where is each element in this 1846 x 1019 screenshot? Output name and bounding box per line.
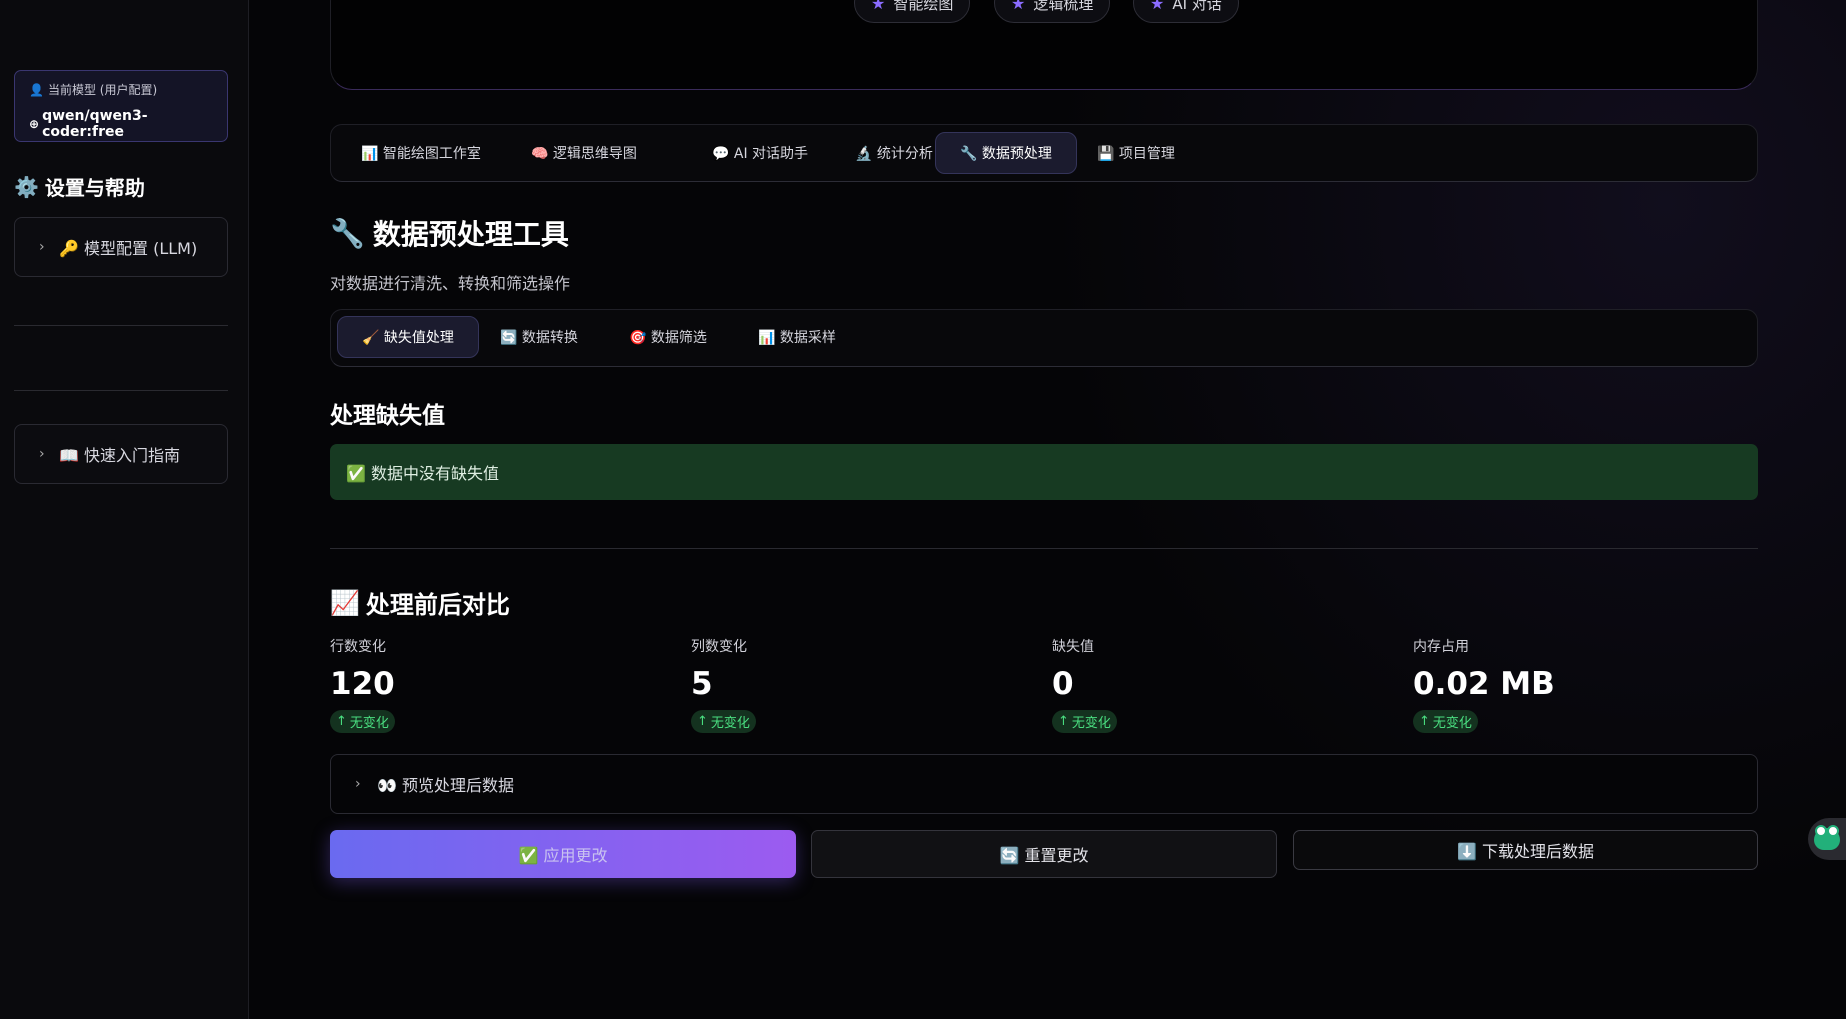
preview-data-expander[interactable]: › 👀 预览处理后数据 <box>330 754 1758 814</box>
quick-start-expander[interactable]: › 📖 快速入门指南 <box>14 424 228 484</box>
user-icon: 👤 <box>29 82 44 97</box>
compare-title-text: 处理前后对比 <box>365 591 510 619</box>
chevron-right-icon: › <box>39 446 45 462</box>
arrow-up-icon: ↑ <box>1058 714 1069 729</box>
settings-help-title: ⚙️ 设置与帮助 <box>14 172 145 201</box>
metric-delta-text: 无变化 <box>710 716 750 731</box>
llm-config-expander[interactable]: › 🔑 模型配置 (LLM) <box>14 217 228 277</box>
tab-project-management[interactable]: 💾 项目管理 <box>1073 132 1199 174</box>
globe-icon: ⊕ <box>29 117 40 131</box>
metric-value: 5 <box>691 666 713 702</box>
quick-start-label: 📖 快速入门指南 <box>59 446 181 465</box>
llm-config-label: 🔑 模型配置 (LLM) <box>59 239 198 258</box>
hero-banner: ★ 智能绘图 ★ 逻辑梳理 ★ AI 对话 <box>330 0 1758 90</box>
subtab-filter[interactable]: 🎯 数据筛选 <box>605 316 731 358</box>
metric-delta-text: 无变化 <box>1071 716 1111 731</box>
frog-icon <box>1814 825 1840 850</box>
sidebar-divider <box>14 390 228 391</box>
pill-smart-drawing: ★ 智能绘图 <box>854 0 971 23</box>
apply-changes-button[interactable]: ✅ 应用更改 <box>330 830 796 878</box>
chevron-right-icon: › <box>355 776 361 792</box>
pill-ai-chat: ★ AI 对话 <box>1133 0 1239 23</box>
arrow-up-icon: ↑ <box>1419 714 1430 729</box>
compare-title: 📈 处理前后对比 <box>330 585 510 620</box>
metric-missing: 缺失值 0 ↑ 无变化 <box>1052 636 1392 733</box>
page-subtitle: 对数据进行清洗、转换和筛选操作 <box>330 274 571 293</box>
chevron-right-icon: › <box>39 239 45 255</box>
metric-memory: 内存占用 0.02 MB ↑ 无变化 <box>1413 636 1753 733</box>
metric-value: 120 <box>330 666 395 702</box>
current-model-value: qwen/qwen3-coder:free <box>42 108 148 140</box>
arrow-up-icon: ↑ <box>697 714 708 729</box>
metric-label: 列数变化 <box>691 639 747 655</box>
current-model-label-row: 👤 当前模型 (用户配置) <box>29 81 213 98</box>
page-title-text: 数据预处理工具 <box>372 218 569 251</box>
metric-label: 行数变化 <box>330 639 386 655</box>
download-data-button[interactable]: ⬇️ 下载处理后数据 <box>1293 830 1758 870</box>
metric-value: 0.02 MB <box>1413 666 1555 702</box>
alert-text: ✅ 数据中没有缺失值 <box>346 464 500 483</box>
no-missing-values-alert: ✅ 数据中没有缺失值 <box>330 444 1758 500</box>
assistant-fab[interactable] <box>1808 818 1846 860</box>
metric-label: 缺失值 <box>1052 639 1094 655</box>
current-model-card: 👤 当前模型 (用户配置) ⊕ qwen/qwen3-coder:free <box>14 70 228 142</box>
sidebar: 👤 当前模型 (用户配置) ⊕ qwen/qwen3-coder:free ⚙️… <box>0 0 249 1019</box>
metric-delta: ↑ 无变化 <box>691 710 756 733</box>
chart-increasing-icon: 📈 <box>330 588 360 617</box>
missing-values-title: 处理缺失值 <box>330 403 445 429</box>
gear-icon: ⚙️ <box>14 174 39 199</box>
main-tab-bar: 📊 智能绘图工作室 🧠 逻辑思维导图 💬 AI 对话助手 🔬 统计分析 🔧 数据… <box>330 124 1758 182</box>
pill-label: 智能绘图 <box>893 0 954 13</box>
metric-delta: ↑ 无变化 <box>330 710 395 733</box>
metric-delta: ↑ 无变化 <box>1413 710 1478 733</box>
settings-help-title-text: 设置与帮助 <box>44 176 145 200</box>
star-icon: ★ <box>1011 0 1026 13</box>
subtab-sampling[interactable]: 📊 数据采样 <box>734 316 860 358</box>
section-divider <box>330 548 1758 549</box>
current-model-label: 当前模型 (用户配置) <box>47 83 158 97</box>
metric-delta: ↑ 无变化 <box>1052 710 1117 733</box>
pill-label: AI 对话 <box>1172 0 1222 13</box>
current-model-value-row: ⊕ qwen/qwen3-coder:free <box>29 108 213 140</box>
page-title: 🔧 数据预处理工具 <box>330 213 569 253</box>
preview-data-label: 👀 预览处理后数据 <box>377 776 515 795</box>
star-icon: ★ <box>1150 0 1165 13</box>
metric-columns: 列数变化 5 ↑ 无变化 <box>691 636 1031 733</box>
tab-mind-map[interactable]: 🧠 逻辑思维导图 <box>507 132 661 174</box>
wrench-icon: 🔧 <box>330 216 365 250</box>
subtab-missing-values[interactable]: 🧹 缺失值处理 <box>337 316 479 358</box>
metric-delta-text: 无变化 <box>349 716 389 731</box>
sub-tab-bar: 🧹 缺失值处理 🔄 数据转换 🎯 数据筛选 📊 数据采样 <box>330 309 1758 367</box>
tab-drawing-studio[interactable]: 📊 智能绘图工作室 <box>337 132 505 174</box>
metric-value: 0 <box>1052 666 1074 702</box>
arrow-up-icon: ↑ <box>336 714 347 729</box>
sidebar-divider <box>14 325 228 326</box>
pill-logic: ★ 逻辑梳理 <box>994 0 1111 23</box>
metric-rows: 行数变化 120 ↑ 无变化 <box>330 636 670 733</box>
pill-label: 逻辑梳理 <box>1033 0 1094 13</box>
star-icon: ★ <box>871 0 886 13</box>
tab-data-preprocessing[interactable]: 🔧 数据预处理 <box>935 132 1077 174</box>
subtab-transform[interactable]: 🔄 数据转换 <box>476 316 602 358</box>
metric-delta-text: 无变化 <box>1432 716 1472 731</box>
metric-label: 内存占用 <box>1413 639 1469 655</box>
reset-changes-button[interactable]: 🔄 重置更改 <box>811 830 1277 878</box>
tab-ai-assistant[interactable]: 💬 AI 对话助手 <box>688 132 832 174</box>
